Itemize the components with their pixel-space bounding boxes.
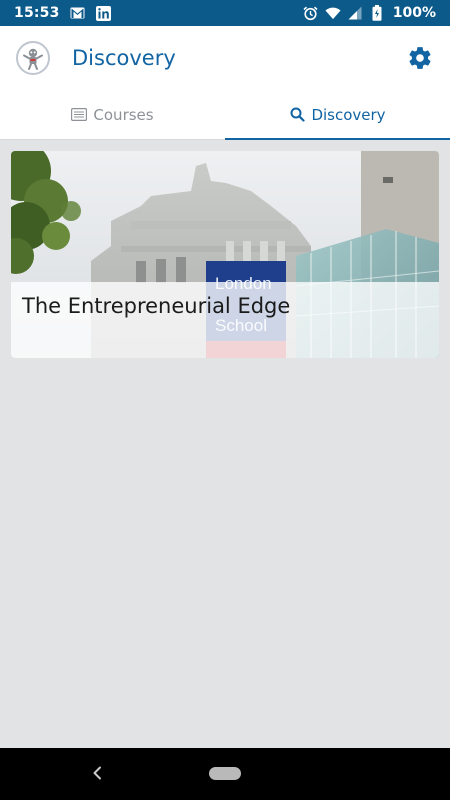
- page-title: Discovery: [72, 46, 176, 70]
- status-time: 15:53: [14, 5, 60, 21]
- battery-percent: 100%: [392, 5, 436, 21]
- gear-icon: [409, 47, 431, 69]
- search-icon: [289, 107, 305, 123]
- linkedin-icon: [96, 5, 112, 21]
- back-button[interactable]: [86, 762, 108, 784]
- app-screen: 15:53 100% Discovery Courses Discovery T…: [0, 0, 450, 800]
- back-chevron-icon: [93, 766, 101, 780]
- tab-discovery[interactable]: Discovery: [225, 90, 450, 140]
- app-bar: Discovery: [0, 26, 450, 90]
- alarm-icon: [303, 5, 319, 21]
- list-icon: [71, 107, 88, 123]
- status-bar: 15:53 100%: [0, 0, 450, 26]
- course-card[interactable]: London School The Entrepreneurial Edge: [11, 151, 439, 358]
- course-title: The Entrepreneurial Edge: [22, 294, 291, 318]
- battery-icon: [369, 5, 385, 21]
- tab-discovery-label: Discovery: [311, 105, 386, 124]
- home-pill-button[interactable]: [209, 767, 241, 780]
- gmail-icon: [70, 5, 86, 21]
- status-right: 100%: [303, 5, 436, 21]
- tab-bar: Courses Discovery: [0, 90, 450, 140]
- wifi-icon: [325, 5, 341, 21]
- tab-courses-label: Courses: [93, 105, 154, 124]
- status-left: 15:53: [14, 5, 112, 21]
- course-card-caption: The Entrepreneurial Edge: [11, 282, 439, 358]
- signal-icon: [347, 5, 363, 21]
- navigation-bar: [0, 748, 450, 800]
- tab-courses[interactable]: Courses: [0, 90, 225, 139]
- settings-button[interactable]: [404, 42, 436, 74]
- app-logo-icon[interactable]: [16, 41, 50, 75]
